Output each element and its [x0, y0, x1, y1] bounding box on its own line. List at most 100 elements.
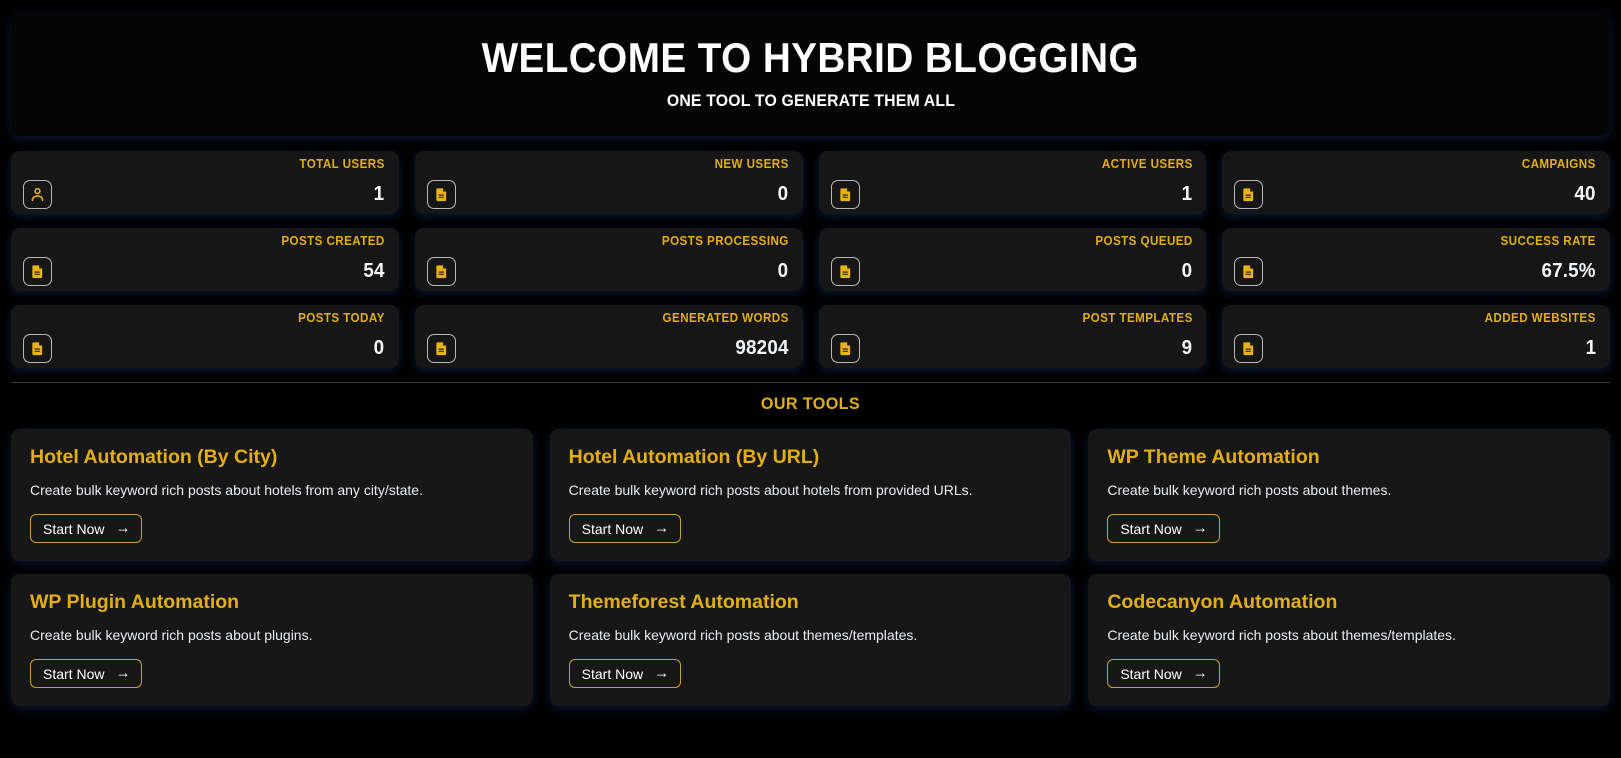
stat-card: POST TEMPLATES 9 — [818, 305, 1207, 368]
stat-value: 67.5% — [1541, 260, 1596, 282]
document-icon — [426, 333, 456, 363]
document-icon — [23, 333, 52, 363]
stat-label: POSTS QUEUED — [1094, 234, 1193, 248]
stat-card: GENERATED WORDS 98204 — [414, 305, 803, 368]
stat-label: TOTAL USERS — [299, 157, 385, 171]
tool-card: Codecanyon Automation Create bulk keyword… — [1088, 574, 1610, 706]
stat-body: 67.5% — [1234, 256, 1596, 286]
document-icon — [830, 256, 860, 286]
stat-body: 0 — [426, 179, 789, 209]
document-icon — [426, 256, 456, 286]
stat-body: 9 — [830, 333, 1193, 363]
page-subtitle: ONE TOOL TO GENERATE THEM ALL — [666, 91, 955, 111]
welcome-banner: WELCOME TO HYBRID BLOGGING ONE TOOL TO G… — [11, 11, 1610, 136]
user-icon — [23, 179, 52, 209]
tool-title: Hotel Automation (By URL) — [568, 446, 820, 468]
start-now-label: Start Now — [43, 520, 105, 537]
stat-value: 0 — [777, 260, 789, 282]
stats-grid: TOTAL USERS 1 NEW USERS 0 ACTIVE USERS 1 CAMPA… — [11, 151, 1610, 368]
document-icon — [1234, 256, 1264, 286]
tools-grid: Hotel Automation (By City) Create bulk ke… — [11, 429, 1610, 706]
stat-label: POSTS PROCESSING — [661, 234, 789, 248]
start-now-label: Start Now — [581, 665, 644, 682]
stat-label: ADDED WEBSITES — [1484, 311, 1596, 325]
tool-title: Themeforest Automation — [568, 591, 799, 613]
stat-card: POSTS TODAY 0 — [11, 305, 399, 368]
document-icon — [426, 179, 456, 209]
document-icon — [23, 256, 52, 286]
start-now-label: Start Now — [43, 665, 105, 682]
arrow-right-icon: → — [115, 664, 131, 682]
stat-body: 1 — [23, 179, 385, 209]
start-now-button[interactable]: Start Now → — [30, 659, 143, 689]
stat-card: SUCCESS RATE 67.5% — [1222, 228, 1610, 291]
document-icon — [1234, 333, 1264, 363]
stat-body: 0 — [830, 256, 1193, 286]
tool-description: Create bulk keyword rich posts about hot… — [30, 482, 423, 499]
arrow-right-icon: → — [115, 519, 131, 537]
tool-card: WP Theme Automation Create bulk keyword r… — [1088, 429, 1610, 561]
arrow-right-icon: → — [1192, 664, 1208, 682]
tool-description: Create bulk keyword rich posts about hot… — [568, 482, 973, 499]
stat-body: 1 — [1234, 333, 1596, 363]
tool-title: WP Theme Automation — [1107, 446, 1320, 468]
tool-card: Hotel Automation (By URL) Create bulk key… — [549, 429, 1072, 561]
stat-card: POSTS PROCESSING 0 — [414, 228, 803, 291]
start-now-button[interactable]: Start Now → — [568, 514, 682, 544]
stat-label: ACTIVE USERS — [1101, 157, 1193, 171]
tools-section-heading: OUR TOOLS — [760, 394, 861, 413]
arrow-right-icon: → — [654, 664, 670, 682]
stat-value: 0 — [777, 183, 789, 205]
tool-title: WP Plugin Automation — [30, 591, 240, 613]
stat-card: ACTIVE USERS 1 — [818, 151, 1207, 214]
stat-card: NEW USERS 0 — [414, 151, 803, 214]
tool-card: Hotel Automation (By City) Create bulk ke… — [11, 429, 533, 561]
stat-body: 0 — [23, 333, 385, 363]
start-now-button[interactable]: Start Now → — [30, 514, 143, 544]
arrow-right-icon: → — [654, 519, 670, 537]
start-now-button[interactable]: Start Now → — [1107, 514, 1220, 544]
stat-body: 98204 — [426, 333, 789, 363]
stat-value: 98204 — [735, 337, 789, 359]
page-title: WELCOME TO HYBRID BLOGGING — [481, 33, 1140, 81]
stat-value: 54 — [363, 260, 385, 282]
tool-title: Codecanyon Automation — [1107, 591, 1338, 613]
tool-title: Hotel Automation (By City) — [30, 446, 278, 468]
stat-value: 0 — [1181, 260, 1193, 282]
start-now-button[interactable]: Start Now → — [1107, 659, 1220, 689]
stat-value: 9 — [1181, 337, 1193, 359]
stat-value: 0 — [374, 337, 385, 359]
section-divider — [11, 382, 1610, 383]
tool-description: Create bulk keyword rich posts about the… — [1107, 627, 1456, 644]
stat-label: NEW USERS — [714, 157, 789, 171]
stat-label: POST TEMPLATES — [1081, 311, 1193, 325]
arrow-right-icon: → — [1192, 519, 1208, 537]
document-icon — [830, 333, 860, 363]
tool-card: Themeforest Automation Create bulk keywor… — [549, 574, 1072, 706]
stat-body: 40 — [1234, 179, 1596, 209]
document-icon — [830, 179, 860, 209]
stat-card: ADDED WEBSITES 1 — [1222, 305, 1610, 368]
tool-card: WP Plugin Automation Create bulk keyword … — [11, 574, 533, 706]
stat-label: POSTS CREATED — [281, 234, 385, 248]
stat-card: POSTS CREATED 54 — [11, 228, 399, 291]
stat-label: POSTS TODAY — [298, 311, 385, 325]
stat-body: 0 — [426, 256, 789, 286]
stat-value: 1 — [1181, 183, 1193, 205]
stat-card: TOTAL USERS 1 — [11, 151, 399, 214]
tool-description: Create bulk keyword rich posts about the… — [1107, 482, 1392, 499]
stat-body: 54 — [23, 256, 385, 286]
start-now-label: Start Now — [1120, 665, 1182, 682]
stat-value: 1 — [374, 183, 385, 205]
stat-body: 1 — [830, 179, 1193, 209]
start-now-button[interactable]: Start Now → — [568, 659, 682, 689]
tool-description: Create bulk keyword rich posts about plu… — [30, 627, 313, 644]
document-icon — [1234, 179, 1264, 209]
stat-card: CAMPAIGNS 40 — [1222, 151, 1610, 214]
stat-value: 1 — [1585, 337, 1596, 359]
start-now-label: Start Now — [581, 520, 644, 537]
tool-description: Create bulk keyword rich posts about the… — [568, 627, 918, 644]
stat-label: GENERATED WORDS — [662, 311, 789, 325]
dashboard-page: WELCOME TO HYBRID BLOGGING ONE TOOL TO G… — [0, 0, 1621, 758]
stat-label: CAMPAIGNS — [1522, 157, 1596, 171]
